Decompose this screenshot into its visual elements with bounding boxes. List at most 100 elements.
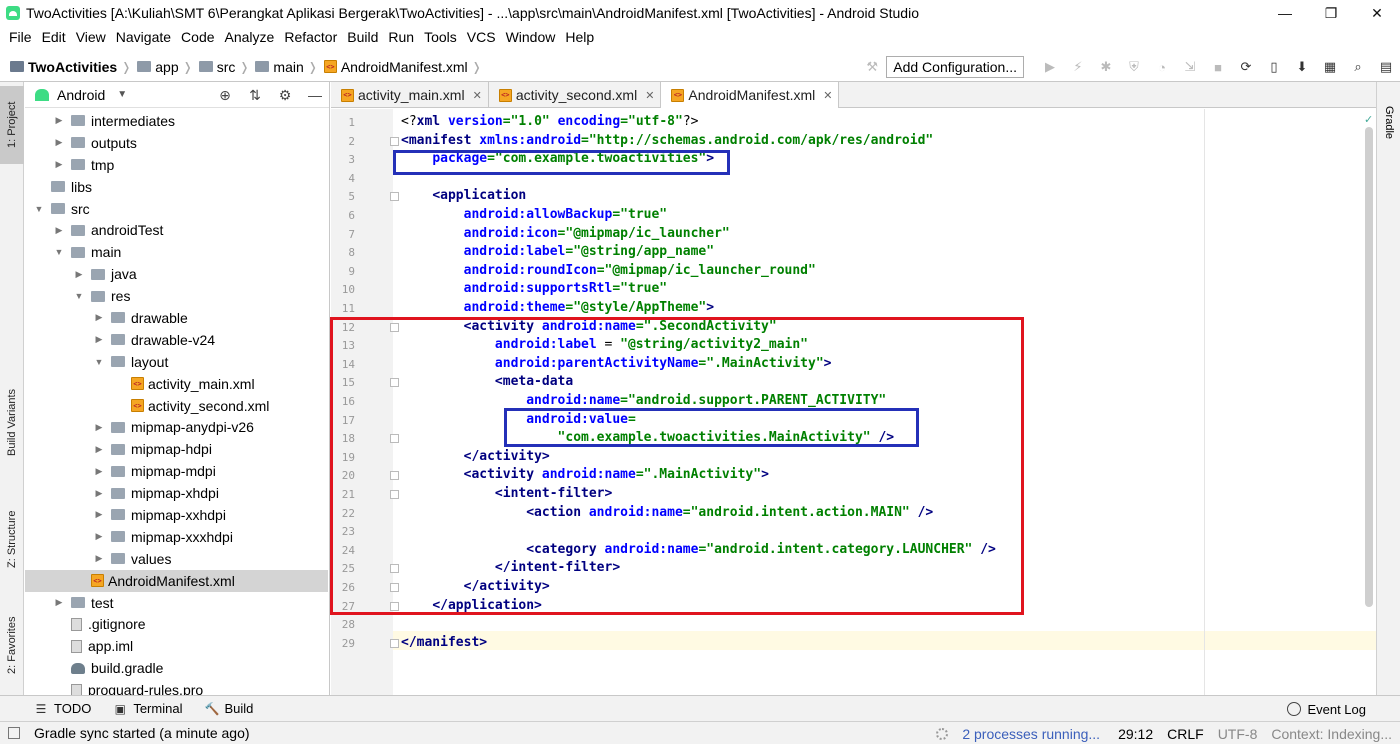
tab-structure[interactable]: Z: Structure [0,494,24,584]
tree-item[interactable]: ▶ outputs [25,132,328,154]
chevron-right-icon[interactable]: ▶ [53,597,65,608]
tree-item[interactable]: ▶ tmp [25,154,328,176]
sdk-manager-icon[interactable]: ⬇ [1294,59,1310,75]
menu-file[interactable]: File [4,29,37,45]
menu-run[interactable]: Run [383,29,419,45]
menu-code[interactable]: Code [176,29,219,45]
chevron-down-icon[interactable]: ▼ [73,291,85,301]
tree-item[interactable]: ▶ mipmap-xxhdpi [25,504,328,526]
tree-item[interactable]: <> activity_main.xml [25,373,328,395]
breadcrumb-manifest[interactable]: <> AndroidManifest.xml ❭ [323,59,488,75]
code-line[interactable]: <application [401,187,526,206]
tree-item[interactable]: .gitignore [25,613,328,635]
fold-marker-icon[interactable] [390,136,399,146]
tree-item[interactable]: ▶ values [25,548,328,570]
locate-icon[interactable]: ⊕ [217,87,233,104]
tree-item[interactable]: ▶ test [25,592,328,614]
chevron-right-icon[interactable]: ▶ [93,312,105,323]
project-structure-icon[interactable]: ▦ [1322,59,1338,75]
apply-changes-icon[interactable]: ⚡ [1070,59,1086,75]
tree-item[interactable]: <> AndroidManifest.xml [25,569,328,592]
menu-window[interactable]: Window [501,29,561,45]
project-view-selector[interactable]: Android [57,87,105,103]
menu-build[interactable]: Build [342,29,383,45]
hide-icon[interactable]: — [307,87,323,103]
tab-favorites[interactable]: 2: Favorites [0,600,24,690]
breadcrumb-main[interactable]: main ❭ [255,59,323,75]
chevron-right-icon[interactable]: ▶ [93,488,105,499]
todo-button[interactable]: ☰ TODO [34,701,92,716]
chevron-right-icon[interactable]: ▶ [53,159,65,170]
tree-item[interactable]: ▶ mipmap-hdpi [25,438,328,460]
file-encoding[interactable]: UTF-8 [1218,726,1258,742]
search-icon[interactable]: ⌕ [1350,59,1366,75]
code-line[interactable]: <?xml version="1.0" encoding="utf-8"?> [401,113,698,132]
tree-item[interactable]: ▶ drawable [25,307,328,329]
layout-icon[interactable]: ▤ [1378,59,1394,75]
run-icon[interactable]: ▶ [1042,59,1058,75]
breadcrumb-src[interactable]: src ❭ [198,59,256,75]
code-line[interactable]: android:theme="@style/AppTheme"> [401,299,714,318]
menu-help[interactable]: Help [560,29,599,45]
tab-gradle[interactable]: Gradle [1377,88,1400,139]
code-line[interactable]: android:supportsRtl="true" [401,280,668,299]
fold-marker-icon[interactable] [390,192,399,202]
maximize-button[interactable]: ❐ [1308,0,1354,26]
chevron-right-icon[interactable]: ▶ [53,115,65,126]
menu-edit[interactable]: Edit [37,29,71,45]
event-log-button[interactable]: Event Log [1287,696,1366,722]
close-icon[interactable]: ✕ [473,89,482,102]
tree-item[interactable]: build.gradle [25,657,328,679]
code-line[interactable]: </manifest> [401,634,487,653]
tree-item[interactable]: ▼ res [25,285,328,307]
code-line[interactable]: android:roundIcon="@mipmap/ic_launcher_r… [401,262,816,281]
breadcrumb-app[interactable]: app ❭ [137,59,198,75]
tree-item[interactable]: proguard-rules.pro [25,679,328,695]
tree-item[interactable]: app.iml [25,635,328,657]
menu-navigate[interactable]: Navigate [111,29,176,45]
coverage-icon[interactable]: ⛨ [1126,59,1142,75]
chevron-right-icon[interactable]: ▶ [93,422,105,433]
chevron-down-icon[interactable]: ▼ [53,247,65,257]
close-button[interactable]: ✕ [1354,0,1400,26]
avd-manager-icon[interactable]: ▯ [1266,59,1282,75]
hammer-icon[interactable]: ⚒ [864,59,880,75]
menu-vcs[interactable]: VCS [462,29,501,45]
menu-refactor[interactable]: Refactor [279,29,342,45]
tree-item[interactable]: ▶ intermediates [25,110,328,132]
tab-project[interactable]: 1: Project [0,86,24,164]
chevron-right-icon[interactable]: ▶ [53,225,65,236]
tree-item[interactable]: ▶ java [25,263,328,285]
build-button[interactable]: 🔨 Build [204,701,253,716]
tree-item[interactable]: ▶ androidTest [25,219,328,241]
tree-item[interactable]: ▶ drawable-v24 [25,329,328,351]
code-line[interactable]: android:icon="@mipmap/ic_launcher" [401,225,730,244]
tree-item[interactable]: ▶ mipmap-xxxhdpi [25,526,328,548]
minimize-button[interactable]: — [1262,0,1308,26]
chevron-down-icon[interactable]: ▼ [93,357,105,367]
terminal-button[interactable]: ▣ Terminal [113,701,183,716]
chevron-right-icon[interactable]: ▶ [93,444,105,455]
chevron-right-icon[interactable]: ▶ [93,509,105,520]
line-separator[interactable]: CRLF [1167,726,1204,742]
tool-windows-toggle-icon[interactable] [8,727,20,739]
tree-item[interactable]: ▶ mipmap-xhdpi [25,482,328,504]
code-line[interactable]: <manifest xmlns:android="http://schemas.… [401,132,933,151]
chevron-right-icon[interactable]: ▶ [93,531,105,542]
tab-android-manifest[interactable]: <> AndroidManifest.xml ✕ [661,82,840,108]
stop-icon[interactable]: ■ [1210,59,1226,75]
tree-item[interactable]: <> activity_second.xml [25,395,328,417]
add-configuration-button[interactable]: Add Configuration... [886,56,1024,78]
profile-icon[interactable]: ◔ [1154,59,1170,75]
chevron-right-icon[interactable]: ▶ [73,269,85,280]
close-icon[interactable]: ✕ [645,89,654,102]
menu-analyze[interactable]: Analyze [220,29,280,45]
chevron-right-icon[interactable]: ▶ [93,466,105,477]
tab-activity-second[interactable]: <> activity_second.xml ✕ [489,82,662,108]
fold-marker-icon[interactable] [390,638,399,648]
chevron-right-icon[interactable]: ▶ [93,553,105,564]
gear-icon[interactable]: ⚙ [277,87,293,104]
chevron-down-icon[interactable]: ▼ [117,89,127,100]
chevron-right-icon[interactable]: ▶ [53,137,65,148]
debug-icon[interactable]: ✱ [1098,59,1114,75]
